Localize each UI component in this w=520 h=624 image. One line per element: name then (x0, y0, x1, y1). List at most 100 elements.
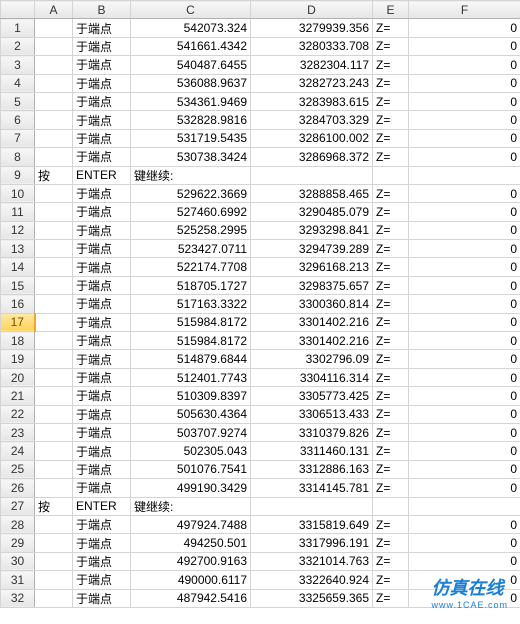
cell-C[interactable]: 487942.5416 (131, 589, 251, 607)
cell-F[interactable]: 0 (409, 571, 520, 589)
cell-A[interactable] (35, 240, 73, 258)
row-header[interactable]: 28 (1, 515, 35, 533)
cell-E[interactable]: Z= (373, 405, 409, 423)
cell-D[interactable] (251, 166, 373, 184)
col-header-C[interactable]: C (131, 1, 251, 19)
cell-F[interactable]: 0 (409, 332, 520, 350)
row-header[interactable]: 14 (1, 258, 35, 276)
cell-A[interactable] (35, 74, 73, 92)
cell-B[interactable]: 于端点 (73, 240, 131, 258)
cell-F[interactable]: 0 (409, 589, 520, 607)
cell-E[interactable]: Z= (373, 295, 409, 313)
cell-C[interactable]: 525258.2995 (131, 221, 251, 239)
cell-C[interactable]: 527460.6992 (131, 203, 251, 221)
col-header-E[interactable]: E (373, 1, 409, 19)
cell-B[interactable]: 于端点 (73, 74, 131, 92)
cell-E[interactable]: Z= (373, 571, 409, 589)
cell-D[interactable]: 3315819.649 (251, 515, 373, 533)
cell-D[interactable]: 3321014.763 (251, 552, 373, 570)
cell-D[interactable]: 3306513.433 (251, 405, 373, 423)
cell-D[interactable]: 3283983.615 (251, 92, 373, 110)
cell-E[interactable]: Z= (373, 203, 409, 221)
cell-A[interactable] (35, 442, 73, 460)
row-header[interactable]: 26 (1, 479, 35, 497)
cell-D[interactable]: 3293298.841 (251, 221, 373, 239)
cell-E[interactable]: Z= (373, 368, 409, 386)
cell-A[interactable]: 按 (35, 497, 73, 515)
cell-E[interactable]: Z= (373, 350, 409, 368)
cell-A[interactable] (35, 295, 73, 313)
cell-E[interactable]: Z= (373, 276, 409, 294)
cell-B[interactable]: 于端点 (73, 387, 131, 405)
cell-F[interactable] (409, 166, 520, 184)
cell-B[interactable]: 于端点 (73, 111, 131, 129)
cell-A[interactable] (35, 368, 73, 386)
cell-F[interactable]: 0 (409, 460, 520, 478)
cell-C[interactable]: 517163.3322 (131, 295, 251, 313)
cell-D[interactable]: 3304116.314 (251, 368, 373, 386)
cell-A[interactable] (35, 350, 73, 368)
cell-B[interactable]: 于端点 (73, 295, 131, 313)
cell-C[interactable]: 490000.6117 (131, 571, 251, 589)
row-header[interactable]: 24 (1, 442, 35, 460)
cell-C[interactable]: 键继续: (131, 497, 251, 515)
cell-E[interactable]: Z= (373, 56, 409, 74)
cell-D[interactable]: 3312886.163 (251, 460, 373, 478)
row-header[interactable]: 2 (1, 37, 35, 55)
cell-E[interactable]: Z= (373, 129, 409, 147)
cell-F[interactable]: 0 (409, 37, 520, 55)
cell-D[interactable]: 3286968.372 (251, 148, 373, 166)
cell-E[interactable]: Z= (373, 240, 409, 258)
row-header[interactable]: 15 (1, 276, 35, 294)
cell-F[interactable]: 0 (409, 56, 520, 74)
col-header-F[interactable]: F (409, 1, 520, 19)
cell-E[interactable]: Z= (373, 221, 409, 239)
cell-A[interactable] (35, 111, 73, 129)
row-header[interactable]: 22 (1, 405, 35, 423)
cell-C[interactable]: 518705.1727 (131, 276, 251, 294)
cell-A[interactable] (35, 37, 73, 55)
cell-D[interactable]: 3282723.243 (251, 74, 373, 92)
cell-E[interactable]: Z= (373, 552, 409, 570)
cell-A[interactable] (35, 332, 73, 350)
row-header[interactable]: 3 (1, 56, 35, 74)
cell-F[interactable]: 0 (409, 295, 520, 313)
row-header[interactable]: 29 (1, 534, 35, 552)
cell-C[interactable]: 492700.9163 (131, 552, 251, 570)
cell-C[interactable]: 529622.3669 (131, 184, 251, 202)
cell-A[interactable] (35, 203, 73, 221)
cell-D[interactable]: 3322640.924 (251, 571, 373, 589)
cell-C[interactable]: 502305.043 (131, 442, 251, 460)
cell-C[interactable]: 540487.6455 (131, 56, 251, 74)
cell-F[interactable]: 0 (409, 387, 520, 405)
cell-B[interactable]: 于端点 (73, 534, 131, 552)
cell-C[interactable]: 501076.7541 (131, 460, 251, 478)
cell-F[interactable]: 0 (409, 276, 520, 294)
cell-E[interactable]: Z= (373, 515, 409, 533)
cell-A[interactable] (35, 56, 73, 74)
cell-B[interactable]: 于端点 (73, 203, 131, 221)
cell-B[interactable]: 于端点 (73, 350, 131, 368)
cell-D[interactable]: 3284703.329 (251, 111, 373, 129)
cell-A[interactable] (35, 479, 73, 497)
cell-B[interactable]: 于端点 (73, 571, 131, 589)
cell-D[interactable]: 3298375.657 (251, 276, 373, 294)
cell-C[interactable]: 515984.8172 (131, 313, 251, 331)
cell-B[interactable]: 于端点 (73, 221, 131, 239)
cell-A[interactable] (35, 184, 73, 202)
cell-A[interactable] (35, 423, 73, 441)
cell-E[interactable] (373, 497, 409, 515)
cell-F[interactable]: 0 (409, 479, 520, 497)
cell-A[interactable] (35, 571, 73, 589)
row-header[interactable]: 10 (1, 184, 35, 202)
row-header[interactable]: 27 (1, 497, 35, 515)
cell-F[interactable]: 0 (409, 240, 520, 258)
cell-E[interactable]: Z= (373, 534, 409, 552)
cell-E[interactable]: Z= (373, 589, 409, 607)
cell-A[interactable] (35, 534, 73, 552)
cell-A[interactable] (35, 515, 73, 533)
cell-A[interactable] (35, 129, 73, 147)
cell-D[interactable]: 3290485.079 (251, 203, 373, 221)
cell-B[interactable]: 于端点 (73, 37, 131, 55)
col-header-A[interactable]: A (35, 1, 73, 19)
